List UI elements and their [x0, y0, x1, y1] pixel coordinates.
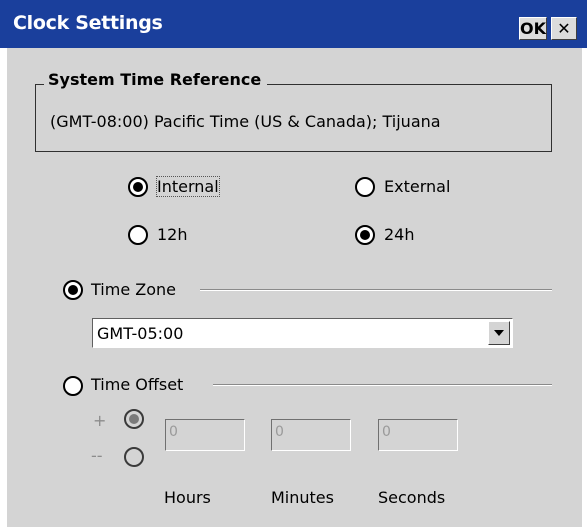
chevron-down-icon — [494, 330, 504, 336]
internal-label[interactable]: Internal — [156, 176, 220, 197]
time-offset-radio[interactable] — [63, 376, 83, 396]
24h-radio[interactable] — [355, 225, 375, 245]
time-zone-dropdown[interactable]: GMT-05:00 — [92, 318, 513, 348]
time-offset-separator — [213, 384, 552, 386]
window-title: Clock Settings — [13, 12, 163, 34]
clock-settings-window: Clock Settings OK ✕ System Time Referenc… — [0, 0, 587, 527]
12h-label[interactable]: 12h — [157, 225, 188, 244]
24h-label[interactable]: 24h — [384, 225, 415, 244]
dropdown-button[interactable] — [488, 321, 510, 345]
minus-sign-label: -- — [91, 446, 103, 465]
time-zone-label[interactable]: Time Zone — [91, 280, 176, 299]
system-time-reference-title: System Time Reference — [44, 70, 268, 89]
offset-minus-radio[interactable] — [124, 447, 144, 467]
external-label[interactable]: External — [384, 177, 450, 196]
title-bar: Clock Settings OK ✕ — [0, 0, 587, 48]
seconds-label: Seconds — [378, 488, 446, 507]
close-button[interactable]: ✕ — [551, 17, 577, 40]
external-radio[interactable] — [355, 177, 375, 197]
minutes-label: Minutes — [271, 488, 334, 507]
current-time-zone-text: (GMT-08:00) Pacific Time (US & Canada); … — [50, 112, 441, 131]
offset-plus-radio[interactable] — [124, 409, 144, 429]
plus-sign-label: + — [93, 411, 107, 430]
time-offset-label[interactable]: Time Offset — [91, 375, 183, 394]
time-zone-separator — [200, 289, 552, 291]
12h-radio[interactable] — [128, 225, 148, 245]
radio-selected-dot — [129, 414, 139, 424]
seconds-field[interactable]: 0 — [378, 419, 458, 451]
minutes-field[interactable]: 0 — [271, 419, 351, 451]
radio-selected-dot — [360, 230, 370, 240]
radio-selected-dot — [68, 285, 78, 295]
hours-label: Hours — [164, 488, 211, 507]
ok-button[interactable]: OK — [519, 17, 547, 40]
time-zone-radio[interactable] — [63, 280, 83, 300]
time-zone-selected-value: GMT-05:00 — [97, 324, 184, 343]
hours-field[interactable]: 0 — [165, 419, 245, 451]
window-left-edge — [0, 48, 7, 527]
radio-selected-dot — [133, 182, 143, 192]
close-icon: ✕ — [557, 19, 571, 38]
internal-radio[interactable] — [128, 177, 148, 197]
